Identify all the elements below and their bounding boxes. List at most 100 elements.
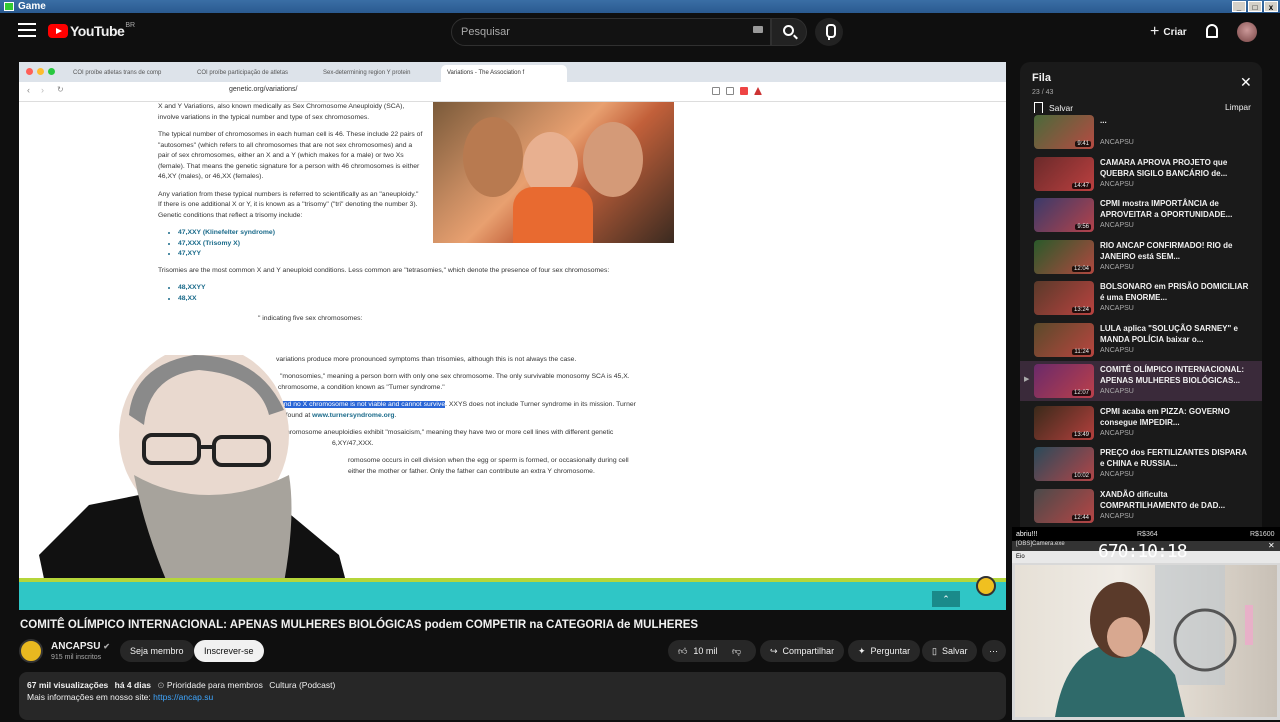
queue-item-title: CPMI mostra IMPORTÂNCIA de APROVEITAR a …: [1100, 199, 1233, 219]
list-item-link[interactable]: 47,XXX (Trisomy X): [178, 239, 678, 250]
keyboard-icon[interactable]: [753, 26, 763, 33]
minimize-button[interactable]: _: [1232, 1, 1246, 12]
share-arrow-icon: ↪: [770, 645, 778, 656]
list-item-link[interactable]: 48,XX: [178, 294, 678, 305]
now-playing-icon: ▶: [1024, 376, 1030, 383]
queue-thumbnail: 13:24: [1034, 281, 1094, 315]
queue-item-title: LULA aplica "SOLUÇÃO SARNEY" e MANDA POL…: [1100, 323, 1238, 344]
duration-badge: 11:24: [1072, 348, 1091, 355]
article-paragraph: Any variation from these typical numbers…: [158, 190, 419, 219]
back-arrow-icon: ‹: [27, 85, 30, 95]
ask-button[interactable]: ✦ Perguntar: [848, 640, 921, 662]
join-button[interactable]: Seja membro: [120, 640, 194, 662]
maximize-button[interactable]: □: [1248, 1, 1262, 12]
save-button[interactable]: ▯ Salvar: [922, 640, 978, 662]
queue-panel: Fila 23 / 43 ✕ Salvar Limpar 9:41... ANCA…: [1020, 62, 1262, 532]
queue-clear-button[interactable]: Limpar: [1225, 102, 1251, 112]
queue-item[interactable]: 11:24 LULA aplica "SOLUÇÃO SARNEY" e MAND…: [1020, 320, 1262, 360]
search-button[interactable]: [771, 18, 807, 46]
hamburger-menu-icon[interactable]: [18, 23, 36, 37]
more-info-text: Mais informações em nosso site:: [27, 692, 151, 702]
stream-overlay: abriu!!! R$364 R$1600 [OBS]Camera.exe Ei…: [1012, 527, 1280, 720]
web-page: X and Y Variations, also known medically…: [19, 102, 1006, 610]
channel-name[interactable]: ANCAPSU ✔: [51, 641, 110, 652]
queue-thumbnail: 12:07: [1034, 364, 1094, 398]
duration-badge: 13:49: [1071, 431, 1091, 438]
browser-toolbar-icons: [712, 87, 762, 95]
ancap-badge-icon: [976, 576, 996, 596]
queue-item-channel: ANCAPSU: [1100, 512, 1134, 520]
queue-item[interactable]: ▶ 12:07 COMITÊ OLÍMPICO INTERNACIONAL: APE…: [1020, 361, 1262, 401]
queue-item-title: COMITÊ OLÍMPICO INTERNACIONAL: APENAS MU…: [1100, 365, 1244, 385]
channel-avatar[interactable]: [19, 639, 43, 663]
more-dots-icon: ⋯: [989, 645, 998, 656]
close-icon[interactable]: ✕: [1240, 74, 1252, 91]
description-box[interactable]: 67 mil visualizações há 4 dias ⊙ Priorid…: [19, 672, 1006, 720]
notifications-bell-icon[interactable]: [1206, 24, 1218, 38]
youtube-header: YouTube BR Pesquisar + Criar: [0, 13, 1280, 51]
queue-thumbnail: 9:56: [1034, 198, 1094, 232]
verified-icon: ✔: [103, 642, 110, 651]
camera-close-icon[interactable]: ✕: [1268, 541, 1275, 550]
duration-badge: 9:56: [1075, 224, 1091, 230]
queue-thumbnail: 9:41: [1034, 115, 1094, 149]
queue-item-title: CPMI acaba em PIZZA: GOVERNO consegue IM…: [1100, 406, 1230, 427]
list-item-link[interactable]: 47,XYY: [178, 249, 678, 260]
thumbs-down-icon: 👎︎: [732, 645, 742, 656]
close-window-button[interactable]: x: [1264, 1, 1278, 12]
window-title: Game: [18, 1, 46, 12]
voice-search-icon[interactable]: [815, 18, 843, 46]
create-button[interactable]: + Criar: [1150, 23, 1187, 41]
queue-item-title: ...: [1100, 116, 1107, 125]
browser-tabbar: COI proíbe atletas trans de comp COI pro…: [19, 62, 1006, 82]
queue-item-channel: ANCAPSU: [1100, 346, 1134, 354]
priority-icon: ⊙: [157, 680, 165, 690]
browser-tab-active: Variations - The Association f: [441, 65, 567, 82]
queue-thumbnail: 13:49: [1034, 405, 1094, 440]
duration-badge: 12:44: [1071, 514, 1091, 521]
queue-item-channel: ANCAPSU: [1100, 180, 1134, 188]
queue-item[interactable]: 12:44 XANDÃO dificulta COMPARTILHAMENTO d…: [1020, 486, 1262, 526]
queue-item[interactable]: 13:49 CPMI acaba em PIZZA: GOVERNO conseg…: [1020, 403, 1262, 443]
upload-age: há 4 dias: [114, 680, 152, 690]
list-item-link[interactable]: 48,XXYY: [178, 283, 678, 294]
duration-badge: 12:07: [1071, 390, 1091, 396]
list-item-link[interactable]: 47,XXY (Klinefelter syndrome): [178, 228, 678, 239]
category-label: Cultura (Podcast): [269, 680, 336, 690]
duration-badge: 13:24: [1071, 307, 1091, 313]
queue-item[interactable]: 9:41... ANCAPSU: [1020, 112, 1262, 152]
queue-item[interactable]: 14:47 CAMARA APROVA PROJETO que QUEBRA SI…: [1020, 154, 1262, 194]
queue-item[interactable]: 12:04 RIO ANCAP CONFIRMADO! RIO de JANEIR…: [1020, 237, 1262, 277]
reload-icon: ↻: [57, 85, 64, 94]
like-count: 10 mil: [693, 646, 718, 656]
queue-item[interactable]: 10:02 PREÇO dos FERTILIZANTES DISPARA e C…: [1020, 444, 1262, 484]
youtube-play-icon: [48, 24, 68, 38]
browser-tab: Sex-determining region Y protein: [323, 70, 411, 76]
more-actions-button[interactable]: ⋯: [982, 640, 1006, 662]
subscriber-count: 915 mil inscritos: [51, 654, 102, 661]
user-avatar[interactable]: [1237, 22, 1257, 42]
article-paragraph: either the mother or father. Only the fa…: [348, 467, 595, 475]
duration-badge: 12:04: [1071, 265, 1091, 272]
scroll-up-button[interactable]: ⌃: [932, 591, 960, 607]
overlay-label: abriu!!!: [1016, 530, 1038, 538]
site-link[interactable]: https://ancap.su: [153, 692, 213, 702]
subscribe-button[interactable]: Inscrever-se: [194, 640, 264, 662]
page-footer-band: [19, 578, 1006, 610]
video-player[interactable]: COI proíbe atletas trans de comp COI pro…: [19, 62, 1006, 610]
like-button[interactable]: 👍︎ 10 mil: [668, 640, 729, 662]
browser-tab: COI proíbe atletas trans de comp: [73, 70, 162, 76]
trisomy-list: 47,XXY (Klinefelter syndrome) 47,XXX (Tr…: [178, 228, 678, 260]
youtube-logo[interactable]: YouTube BR: [48, 22, 135, 39]
article-paragraph: The typical number of chromosomes in eac…: [158, 131, 423, 180]
rewards-icon: [754, 87, 762, 95]
queue-item[interactable]: 9:56 CPMI mostra IMPORTÂNCIA de APROVEITA…: [1020, 195, 1262, 235]
overlay-topbar: abriu!!! R$364 R$1600: [1012, 527, 1280, 541]
queue-item-channel: ANCAPSU: [1100, 139, 1134, 146]
logo-text: YouTube: [70, 23, 125, 39]
search-input[interactable]: Pesquisar: [451, 18, 771, 46]
stream-timer: 670:10:18: [1098, 541, 1188, 562]
share-button[interactable]: ↪ Compartilhar: [760, 640, 845, 662]
dislike-button[interactable]: 👎︎: [722, 640, 756, 662]
queue-item[interactable]: 13:24 BOLSONARO em PRISÃO DOMICILIAR é um…: [1020, 278, 1262, 318]
